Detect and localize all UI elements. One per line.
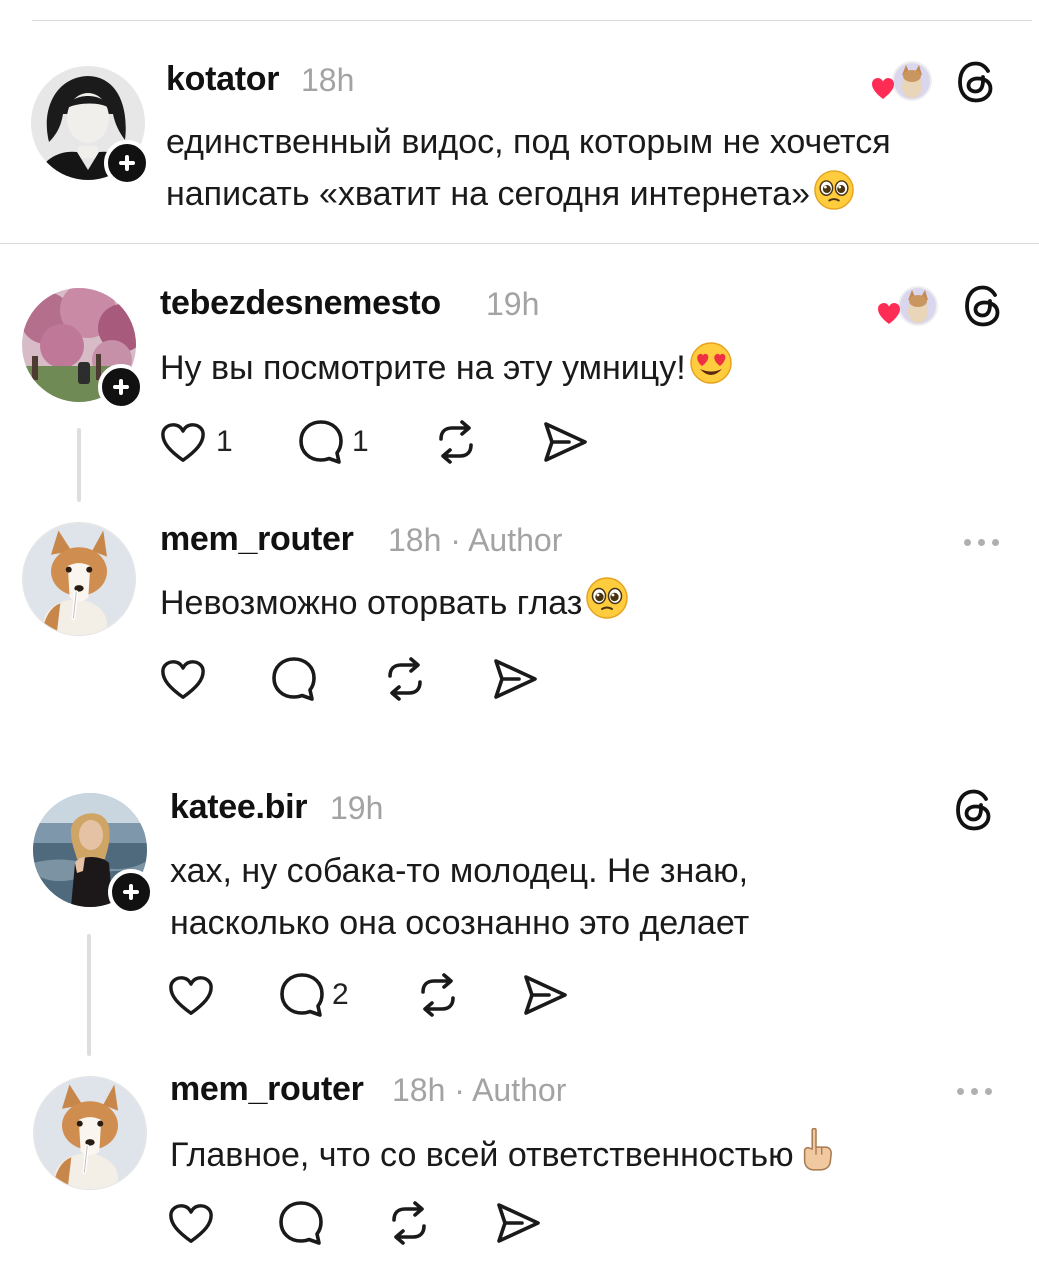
reply-bubble-icon[interactable] <box>270 655 318 703</box>
threads-logo-icon[interactable] <box>953 788 995 832</box>
reply-count: 2 <box>332 978 349 1011</box>
username[interactable]: mem_router <box>170 1070 364 1109</box>
avatar[interactable] <box>33 1076 147 1190</box>
repost-icon[interactable] <box>414 971 462 1019</box>
reply-count: 1 <box>352 425 369 458</box>
send-icon[interactable] <box>491 655 539 703</box>
username[interactable]: katee.bir <box>170 788 307 827</box>
pleading-face-emoji <box>585 576 629 620</box>
more-options-icon[interactable] <box>962 536 1002 548</box>
follow-plus-icon[interactable] <box>98 364 144 410</box>
timestamp: 18h · Author <box>388 522 563 558</box>
reply-bubble-icon[interactable] <box>277 1199 325 1247</box>
top-divider <box>32 20 1032 21</box>
comment-text-line: Невозможно оторвать глаз <box>160 576 629 629</box>
more-options-icon[interactable] <box>955 1085 995 1097</box>
like-heart-icon[interactable] <box>168 1200 214 1248</box>
send-icon[interactable] <box>541 418 589 466</box>
heart-eyes-emoji <box>689 341 733 385</box>
comment-text-line: написать «хватит на сегодня интернета» <box>166 168 855 220</box>
comment-text: Невозможно оторвать глаз <box>160 584 583 622</box>
like-count: 1 <box>216 425 233 458</box>
thread-line <box>77 428 81 502</box>
comment-text: Главное, что со всей ответственностью <box>170 1136 794 1174</box>
liked-by-author-icon <box>876 284 940 330</box>
avatar[interactable] <box>22 522 136 636</box>
follow-plus-icon[interactable] <box>108 869 154 915</box>
like-heart-icon[interactable] <box>160 656 206 704</box>
thread-line <box>87 934 91 1056</box>
timestamp: 18h <box>301 62 355 98</box>
like-heart-icon[interactable] <box>160 419 206 467</box>
repost-icon[interactable] <box>432 418 480 466</box>
timestamp: 19h <box>330 790 384 826</box>
username[interactable]: mem_router <box>160 520 354 559</box>
send-icon[interactable] <box>521 971 569 1019</box>
threads-logo-icon[interactable] <box>955 60 997 104</box>
reply-bubble-icon[interactable] <box>278 971 326 1019</box>
pleading-face-emoji <box>813 169 855 211</box>
username[interactable]: tebezdesnemesto <box>160 284 441 323</box>
comment-text: Ну вы посмотрите на эту умницу! <box>160 349 686 387</box>
comment-text: хах, ну собака-то молодец. Не знаю, <box>170 852 749 890</box>
comment-text-line: Ну вы посмотрите на эту умницу! <box>160 341 733 394</box>
like-heart-icon[interactable] <box>168 972 214 1020</box>
repost-icon[interactable] <box>381 655 429 703</box>
threads-logo-icon[interactable] <box>962 284 1004 328</box>
timestamp: 19h <box>486 286 540 322</box>
index-pointing-up-emoji <box>797 1126 835 1172</box>
timestamp: 18h · Author <box>392 1072 567 1108</box>
comment-text: единственный видос, под которым не хочет… <box>166 123 891 161</box>
reply-bubble-icon[interactable] <box>297 418 345 466</box>
repost-icon[interactable] <box>385 1199 433 1247</box>
comment-text-line-2: насколько она осознанно это делает <box>170 904 750 942</box>
username[interactable]: kotator <box>166 60 279 99</box>
follow-plus-icon[interactable] <box>104 140 150 186</box>
liked-by-author-icon <box>870 59 934 105</box>
send-icon[interactable] <box>494 1199 542 1247</box>
section-divider <box>0 243 1039 244</box>
comment-text-line-2: написать «хватит на сегодня интернета» <box>166 175 810 213</box>
comment-text-line: Главное, что со всей ответственностью <box>170 1126 835 1181</box>
